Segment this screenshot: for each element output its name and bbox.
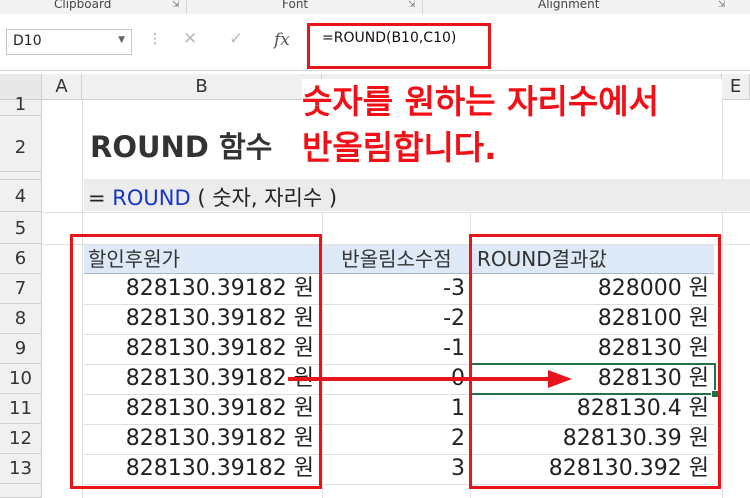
cell-decimals[interactable]: -1 — [323, 334, 465, 364]
syntax-prefix: = — [88, 186, 113, 210]
name-box[interactable]: D10 ▼ — [6, 29, 132, 55]
column-header-e[interactable]: E — [722, 74, 750, 100]
grid-line — [722, 100, 723, 498]
cell-decimals[interactable]: 1 — [323, 394, 465, 424]
column-header-b[interactable]: B — [82, 74, 322, 100]
cell-decimals[interactable]: -3 — [323, 274, 465, 304]
cancel-icon[interactable]: ✕ — [183, 29, 197, 49]
row-header-3[interactable] — [0, 172, 42, 180]
check-icon[interactable]: ✓ — [229, 29, 243, 49]
row-header-6[interactable]: 6 — [0, 244, 42, 274]
row-header-1[interactable]: 1 — [0, 96, 42, 116]
syntax-text: = ROUND ( 숫자, 자리수 ) — [88, 182, 337, 212]
grid-line — [42, 212, 750, 213]
annotation-text: 숫자를 원하는 자리수에서 반올림합니다. — [302, 79, 722, 171]
row-header-12[interactable]: 12 — [0, 424, 42, 454]
ribbon-separator — [186, 0, 187, 14]
alignment-launcher-icon[interactable]: ⇲ — [718, 0, 726, 10]
highlight-box-price-column — [70, 234, 322, 489]
name-box-value: D10 — [13, 33, 42, 49]
more-options-icon: ⋮ — [148, 31, 162, 47]
column-header-a[interactable]: A — [42, 74, 82, 100]
row-header-4[interactable]: 4 — [0, 180, 42, 212]
arrow-icon — [288, 370, 572, 388]
page-title: ROUND 함수 — [90, 130, 273, 164]
row-header-11[interactable]: 11 — [0, 394, 42, 424]
ribbon-group-font: Font — [282, 0, 309, 11]
clipboard-launcher-icon[interactable]: ⇲ — [172, 0, 180, 10]
annotation-line-1: 숫자를 원하는 자리수에서 — [302, 82, 659, 121]
table-header-decimals[interactable]: 반올림소수점 — [323, 245, 470, 274]
row-header-10[interactable]: 10 — [0, 364, 42, 394]
ribbon-separator — [422, 0, 423, 14]
cell-decimals[interactable]: -2 — [323, 304, 465, 334]
row-header-14[interactable] — [0, 484, 42, 498]
row-header-5[interactable]: 5 — [0, 212, 42, 244]
row-header-7[interactable]: 7 — [0, 274, 42, 304]
ribbon-group-strip: Clipboard ⇲ Font ⇲ Alignment ⇲ — [0, 0, 750, 15]
row-header-9[interactable]: 9 — [0, 334, 42, 364]
formula-highlight-box — [307, 23, 491, 69]
row-header-13[interactable]: 13 — [0, 454, 42, 484]
ribbon-group-clipboard: Clipboard — [54, 0, 112, 11]
syntax-function-name: ROUND — [112, 186, 191, 210]
ribbon-group-alignment: Alignment — [538, 0, 600, 11]
cell-decimals[interactable]: 2 — [323, 424, 465, 454]
annotation-line-2: 반올림합니다. — [302, 128, 497, 167]
font-launcher-icon[interactable]: ⇲ — [408, 0, 416, 10]
highlight-box-result-column — [469, 234, 721, 489]
row-header-2[interactable]: 2 — [0, 116, 42, 172]
syntax-arguments: ( 숫자, 자리수 ) — [190, 186, 338, 210]
cell-decimals[interactable]: 3 — [323, 454, 465, 484]
row-header-8[interactable]: 8 — [0, 304, 42, 334]
chevron-down-icon[interactable]: ▼ — [118, 35, 125, 45]
insert-function-icon[interactable]: fx — [274, 30, 290, 50]
